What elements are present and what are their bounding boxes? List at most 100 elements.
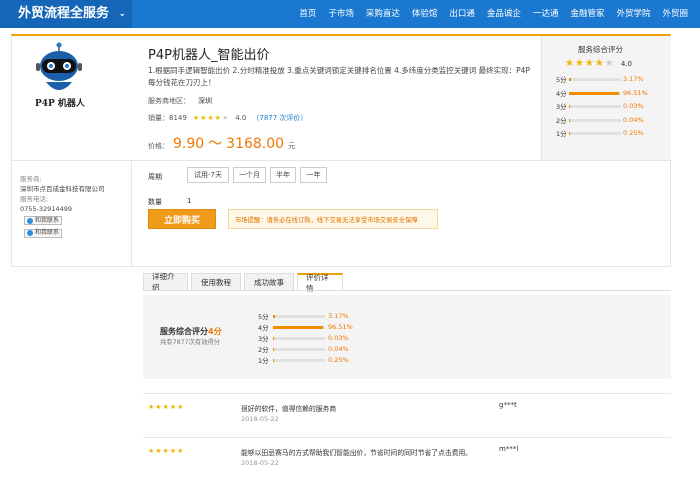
tab-details[interactable]: 详细介绍 (143, 272, 188, 292)
chat-icon (27, 217, 33, 224)
panel-bar (569, 77, 621, 81)
summary-bar (273, 314, 325, 318)
panel-row-label: 2分 (556, 117, 567, 125)
tab-tutorial[interactable]: 使用教程 (191, 273, 241, 290)
period-option-year[interactable]: 一年 (300, 167, 327, 183)
main-nav: 首页 子市场 采购直达 体验馆 出口通 金品诚企 一达通 金融管家 外贸学院 外… (293, 0, 694, 28)
nav-sub-market[interactable]: 子市场 (322, 0, 360, 28)
contact-button[interactable]: 和我联系 (24, 216, 63, 225)
panel-bar-fill (569, 77, 571, 81)
panel-score: 4.0 (620, 59, 632, 68)
panel-row-5: 5分 3.17% (556, 74, 644, 84)
review-item: ★★★★★ 能够以田忌赛马的方式帮助我们智能出价，节省时间的同时节省了点击费用。… (143, 437, 671, 481)
sales-count: 销量：8149 (148, 114, 187, 122)
price-separator: ～ (208, 136, 223, 152)
contact-button[interactable]: 和我联系 (24, 228, 63, 238)
chat-icon (27, 230, 33, 236)
seller-divider (131, 161, 132, 267)
panel-row-label: 4分 (556, 90, 567, 98)
price-label: 价格： (148, 142, 169, 150)
quantity-label: 数量 (148, 198, 162, 206)
summary-row-5: 5分 3.17% (258, 311, 349, 321)
panel-row-label: 5分 (556, 76, 567, 84)
summary-bar (273, 358, 325, 362)
panel-row-2: 2分 0.04% (556, 115, 644, 125)
panel-bar (569, 131, 621, 135)
contact-label: 和我联系 (35, 216, 60, 224)
review-count-link[interactable]: （7877 次评价） (252, 113, 307, 123)
rating-panel-title: 服务综合评分 (578, 45, 623, 54)
period-option-month[interactable]: 一个月 (233, 167, 266, 183)
price-high: 3168.00 (226, 136, 285, 152)
top-nav-bar: 外贸流程全服务 ⌄ 首页 子市场 采购直达 体验馆 出口通 金品诚企 一达通 金融… (0, 0, 700, 28)
region-label: 服务商地区： (148, 97, 190, 105)
summary-bar-fill (273, 314, 275, 318)
provider-region: 服务商地区： 深圳 (148, 96, 212, 106)
rating-value: 4.0 (235, 114, 247, 122)
review-date: 2018-05-22 (241, 459, 279, 467)
nav-gold-supplier[interactable]: 金品诚企 (481, 0, 527, 28)
summary-row-label: 4分 (258, 324, 269, 332)
site-logo[interactable]: 外贸流程全服务 ⌄ (0, 0, 132, 28)
panel-stars-row: ★★★★★ 4.0 (565, 58, 632, 69)
panel-row-1: 1分 0.25% (556, 128, 644, 138)
phone-number: 0755-32914499 (20, 205, 72, 213)
contact-label: 和我联系 (35, 229, 60, 236)
summary-bar (273, 347, 325, 351)
panel-row-percent: 3.17% (623, 75, 644, 83)
summary-title: 服务综合评分4分 (160, 326, 222, 337)
period-option-half-year[interactable]: 半年 (270, 167, 296, 183)
summary-bar-fill (273, 336, 274, 340)
period-label: 周期 (148, 173, 162, 181)
panel-bar (569, 104, 621, 108)
sales-info: 销量：8149 ★★★★★ 4.0 （7877 次评价） (148, 113, 307, 123)
summary-row-label: 3分 (258, 335, 269, 343)
panel-row-percent: 0.03% (623, 102, 644, 110)
nav-academy[interactable]: 外贸学院 (610, 0, 656, 28)
product-description: 1.根据同手逻辑智能出价 2.分时精准投放 3.重点关键词锁定关键排名位置 4.… (148, 66, 530, 87)
nav-experience[interactable]: 体验馆 (406, 0, 444, 28)
provider-name: 深圳市点百成金科技有限公司 (20, 185, 105, 193)
robot-logo (36, 42, 82, 90)
tab-reviews[interactable]: 评价详情 (297, 273, 343, 293)
price-low: 9.90 (173, 136, 205, 152)
panel-bar (569, 91, 621, 95)
summary-row-percent: 0.03% (328, 334, 349, 342)
chevron-down-icon[interactable]: ⌄ (118, 0, 126, 28)
nav-export[interactable]: 出口通 (443, 0, 481, 28)
tab-success-stories[interactable]: 成功故事 (244, 273, 294, 290)
summary-row-percent: 0.04% (328, 345, 349, 353)
nav-circle[interactable]: 外贸圈 (656, 0, 694, 28)
nav-procurement[interactable]: 采购直达 (360, 0, 406, 28)
nav-home[interactable]: 首页 (293, 0, 322, 28)
review-summary (143, 295, 671, 379)
phone-label: 服务电话: (20, 195, 49, 203)
rating-panel: 服务综合评分 (541, 36, 671, 160)
summary-title-prefix: 服务综合评分 (160, 327, 208, 336)
panel-bar-fill (569, 104, 570, 108)
summary-subtitle: 共有7877次有效得分 (160, 339, 221, 346)
nav-onetouch[interactable]: 一达通 (527, 0, 565, 28)
quantity-value[interactable]: 1 (187, 197, 191, 205)
summary-bar (273, 325, 325, 329)
review-text: 能够以田忌赛马的方式帮助我们智能出价，节省时间的同时节省了点击费用。 (241, 449, 473, 457)
buy-now-button[interactable]: 立即购买 (148, 209, 216, 229)
summary-row-percent: 3.17% (328, 312, 349, 320)
summary-row-label: 5分 (258, 313, 269, 321)
summary-bar-fill (273, 347, 274, 351)
summary-score: 4分 (208, 327, 222, 336)
period-option-trial[interactable]: 试用-7天 (187, 167, 229, 183)
site-name: 外贸流程全服务 (18, 6, 110, 21)
summary-row-label: 2分 (258, 346, 269, 354)
panel-stars: ★★★★★ (565, 58, 615, 69)
nav-finance[interactable]: 金融管家 (564, 0, 610, 28)
summary-row-1: 1分 0.25% (258, 355, 349, 365)
summary-row-label: 1分 (258, 357, 269, 365)
market-tip: 市场提醒：请务必在线订购，线下交易无法享受市场交易安全保障 (228, 209, 438, 229)
product-title: P4P机器人_智能出价 (148, 48, 270, 63)
panel-row-label: 1分 (556, 130, 567, 138)
product-logo-label: P4P 机器人 (35, 99, 85, 109)
rating-stars: ★★★★★ (192, 114, 230, 122)
review-user: g***t (499, 401, 517, 409)
summary-bar-fill (273, 325, 324, 329)
